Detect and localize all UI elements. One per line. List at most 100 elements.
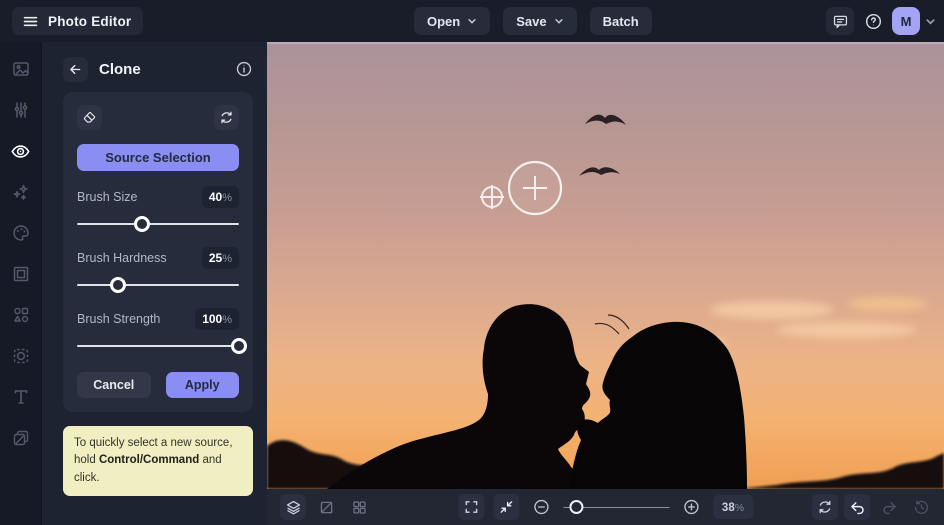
bottombar: 38% xyxy=(267,489,944,525)
cancel-button[interactable]: Cancel xyxy=(77,372,151,398)
sidebar-item-adjust[interactable] xyxy=(8,97,34,123)
sidebar-item-frame[interactable] xyxy=(8,261,34,287)
slider-knob[interactable] xyxy=(133,216,150,232)
slider-track xyxy=(77,223,239,225)
redo-icon xyxy=(881,499,898,516)
zoom-in-button[interactable] xyxy=(678,494,704,520)
eraser-icon xyxy=(82,110,97,125)
chevron-down-icon xyxy=(467,16,477,26)
bird-lower xyxy=(579,167,620,176)
fullscreen-icon xyxy=(463,499,479,515)
brush-size-slider[interactable] xyxy=(77,216,239,232)
overlap-squares-icon xyxy=(11,428,31,448)
zoom-in-icon xyxy=(682,498,700,516)
topbar-right: M xyxy=(826,7,936,35)
hamburger-icon xyxy=(22,13,39,30)
account-chevron-down-icon[interactable] xyxy=(925,16,936,27)
slider-track xyxy=(77,345,239,347)
clone-panel: Clone Source Selection Brush Size 40% Br… xyxy=(43,42,267,525)
app-title: Photo Editor xyxy=(48,13,132,29)
brush-size-value: 40% xyxy=(201,186,239,208)
panel-title: Clone xyxy=(99,60,141,78)
panel-actions: Cancel Apply xyxy=(77,372,239,398)
zoom-controls: 38% xyxy=(457,494,754,520)
source-tip: To quickly select a new source, hold Con… xyxy=(63,426,253,496)
brush-strength-label: Brush Strength xyxy=(77,312,161,326)
hair-wisps xyxy=(594,314,630,335)
sidebar-item-paint[interactable] xyxy=(8,220,34,246)
history-controls xyxy=(812,494,934,520)
zoom-slider-knob[interactable] xyxy=(569,500,584,514)
bottombar-left xyxy=(280,494,372,520)
photo-content xyxy=(267,114,944,489)
brush-size-row: Brush Size 40% xyxy=(77,186,239,208)
brush-strength-slider[interactable] xyxy=(77,338,247,354)
brush-size-label: Brush Size xyxy=(77,190,138,204)
main-menu-button[interactable]: Photo Editor xyxy=(12,7,144,35)
sticker-icon xyxy=(11,346,31,366)
compare-icon xyxy=(817,499,833,515)
undo-button[interactable] xyxy=(844,494,870,520)
frame-icon xyxy=(11,264,31,284)
slider-track xyxy=(77,284,239,286)
sidebar-item-media[interactable] xyxy=(8,56,34,82)
woman-silhouette xyxy=(569,321,747,489)
fullscreen-button[interactable] xyxy=(457,494,484,520)
back-arrow-icon xyxy=(68,62,83,77)
sidebar-item-stickers[interactable] xyxy=(8,343,34,369)
avatar-initial: M xyxy=(900,13,912,29)
clone-tool-row xyxy=(77,105,239,130)
clone-source-cursor[interactable] xyxy=(480,185,504,209)
eye-icon xyxy=(10,141,31,162)
sidebar-item-retouch[interactable] xyxy=(8,138,34,164)
shapes-icon xyxy=(11,305,31,325)
grid-button[interactable] xyxy=(346,494,372,520)
brush-strength-value: 100% xyxy=(195,308,239,330)
transform-button[interactable] xyxy=(313,494,339,520)
transform-icon xyxy=(318,499,335,516)
grid-icon xyxy=(351,499,368,516)
brush-strength-row: Brush Strength 100% xyxy=(77,308,239,330)
adjust-sliders-icon xyxy=(11,100,31,120)
clone-brush-cursor[interactable] xyxy=(507,160,563,216)
save-button[interactable]: Save xyxy=(503,7,577,35)
feedback-button[interactable] xyxy=(826,7,854,35)
brush-hardness-slider[interactable] xyxy=(77,277,239,293)
batch-button[interactable]: Batch xyxy=(589,7,652,35)
text-icon xyxy=(11,387,31,407)
photo-editor-app: Photo Editor Open Save Batch M Clone Sou… xyxy=(0,0,944,525)
layers-stack-icon xyxy=(285,499,302,516)
compare-button[interactable] xyxy=(812,494,838,520)
history-button[interactable] xyxy=(908,494,934,520)
eraser-button[interactable] xyxy=(77,105,102,130)
zoom-out-icon xyxy=(532,498,550,516)
slider-knob[interactable] xyxy=(231,338,247,354)
reset-icon xyxy=(219,110,234,125)
sidebar-item-layers[interactable] xyxy=(8,425,34,451)
reset-button[interactable] xyxy=(214,105,239,130)
layers-panel-button[interactable] xyxy=(280,494,306,520)
zoom-slider[interactable] xyxy=(562,499,669,515)
info-icon[interactable] xyxy=(235,60,253,78)
brush-hardness-row: Brush Hardness 25% xyxy=(77,247,239,269)
brush-hardness-value: 25% xyxy=(201,247,239,269)
help-icon xyxy=(864,12,883,31)
back-button[interactable] xyxy=(63,56,88,82)
bird-upper xyxy=(585,114,626,125)
undo-icon xyxy=(849,499,866,516)
open-button[interactable]: Open xyxy=(414,7,491,35)
slider-knob[interactable] xyxy=(109,277,126,293)
fit-screen-button[interactable] xyxy=(492,494,519,520)
help-button[interactable] xyxy=(859,7,887,35)
sidebar-item-elements[interactable] xyxy=(8,302,34,328)
source-selection-button[interactable]: Source Selection xyxy=(77,144,239,171)
photo-canvas[interactable] xyxy=(267,42,944,489)
sidebar-item-text[interactable] xyxy=(8,384,34,410)
sidebar-item-effects[interactable] xyxy=(8,179,34,205)
zoom-out-button[interactable] xyxy=(528,494,554,520)
redo-button[interactable] xyxy=(876,494,902,520)
user-avatar[interactable]: M xyxy=(892,7,920,35)
apply-button[interactable]: Apply xyxy=(165,372,239,398)
sparkles-icon xyxy=(11,182,31,202)
zoom-level-badge: 38% xyxy=(712,495,754,519)
